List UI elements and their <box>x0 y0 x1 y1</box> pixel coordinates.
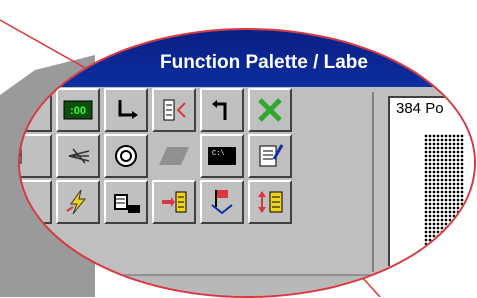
palette-button-counter[interactable]: :00 <box>56 88 100 132</box>
palette-button-hand-device[interactable] <box>104 180 148 224</box>
dot-pattern-preview <box>424 134 464 266</box>
partial-left-icon <box>20 197 21 207</box>
insert-list-icon <box>162 191 187 213</box>
window-titlebar: Function Palette / Labe <box>20 30 474 87</box>
function-count-icon: :00 <box>63 100 93 120</box>
palette-button-partial-left-2[interactable] <box>20 134 52 178</box>
palette-button-return[interactable] <box>104 88 148 132</box>
svg-text:C:\: C:\ <box>212 150 225 158</box>
close-x-icon <box>258 98 282 122</box>
flag-drop-icon <box>211 190 233 215</box>
hand-device-icon <box>114 194 140 213</box>
sort-list-icon <box>258 191 283 213</box>
palette-button-partial-left-3[interactable] <box>20 180 52 224</box>
palette-button-sensor[interactable] <box>104 134 148 178</box>
palette-button-up[interactable] <box>200 88 244 132</box>
palette-button-edit[interactable] <box>248 134 292 178</box>
parallelogram-icon <box>159 147 189 165</box>
window-title: Function Palette / Labe <box>160 52 368 73</box>
status-bar <box>20 274 474 296</box>
partial-left-icon <box>20 104 25 116</box>
return-arrow-icon <box>118 100 138 119</box>
branch-column-icon <box>163 99 186 121</box>
label-panel-text: 384 Po <box>396 100 444 117</box>
palette-button-sort-list[interactable] <box>248 180 292 224</box>
partial-left-icon <box>20 148 22 164</box>
scatter-icon <box>68 148 90 164</box>
label-listbox[interactable]: 384 Po <box>388 96 474 266</box>
edit-note-icon <box>259 144 284 167</box>
console-icon: C:\ <box>208 147 236 165</box>
palette-button-branch[interactable] <box>152 88 196 132</box>
label-panel: 384 Po <box>372 92 474 272</box>
magnifier-lens: Function Palette / Labe :00 C:\ 384 Po <box>18 28 476 298</box>
palette-button-insert-list[interactable] <box>152 180 196 224</box>
palette-button-lightning[interactable] <box>56 180 100 224</box>
palette-button-scatter[interactable] <box>56 134 100 178</box>
palette-button-partial-left-1[interactable] <box>20 88 52 132</box>
function-palette: :00 C:\ <box>20 88 368 272</box>
palette-button-shape[interactable] <box>152 134 196 178</box>
sensor-icon <box>115 145 137 167</box>
palette-button-close[interactable] <box>248 88 292 132</box>
lightning-icon <box>66 189 87 215</box>
counter-label: :00 <box>70 105 86 117</box>
palette-button-console[interactable]: C:\ <box>200 134 244 178</box>
up-arrow-icon <box>212 100 227 120</box>
palette-button-flag-drop[interactable] <box>200 180 244 224</box>
